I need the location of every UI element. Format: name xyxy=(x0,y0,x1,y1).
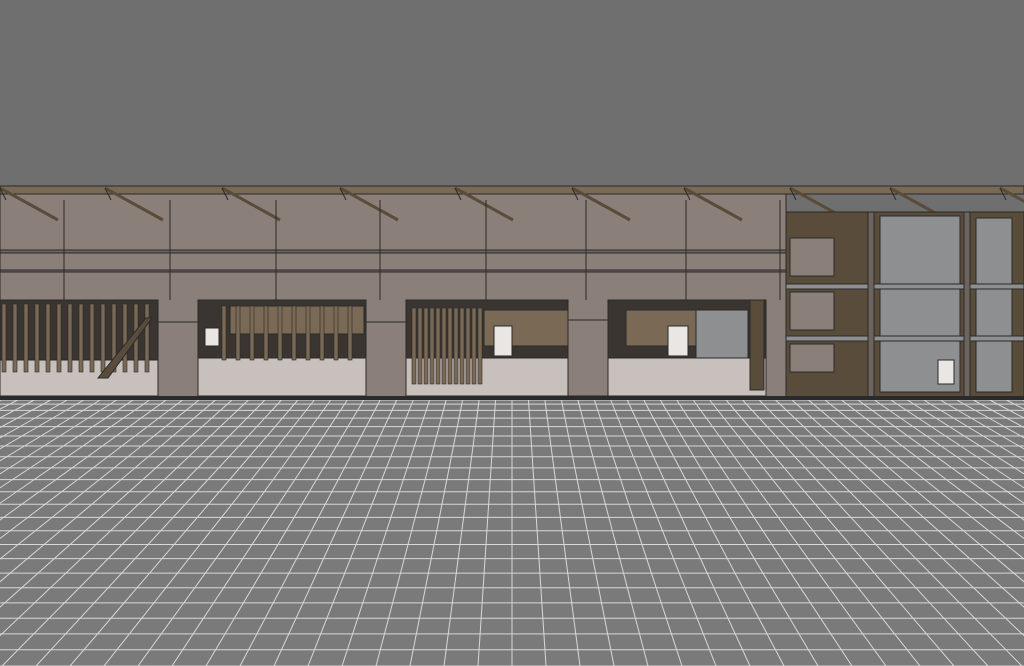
roof-beam xyxy=(0,185,1024,195)
ground-grid xyxy=(0,399,1024,666)
bay-opening-2 xyxy=(197,299,367,397)
bay-opening-3 xyxy=(405,299,569,397)
pier-3 xyxy=(567,319,609,397)
wall-band-upper xyxy=(0,249,787,254)
building-model[interactable] xyxy=(0,185,1024,400)
wall-band-lower xyxy=(0,269,787,273)
ground-line xyxy=(0,396,1024,400)
bay-opening-1 xyxy=(0,299,159,397)
bay-opening-4 xyxy=(607,299,767,397)
pier-1 xyxy=(157,321,199,399)
pier-2 xyxy=(365,321,407,399)
3d-viewport[interactable] xyxy=(0,0,1024,666)
right-section xyxy=(785,211,1024,399)
